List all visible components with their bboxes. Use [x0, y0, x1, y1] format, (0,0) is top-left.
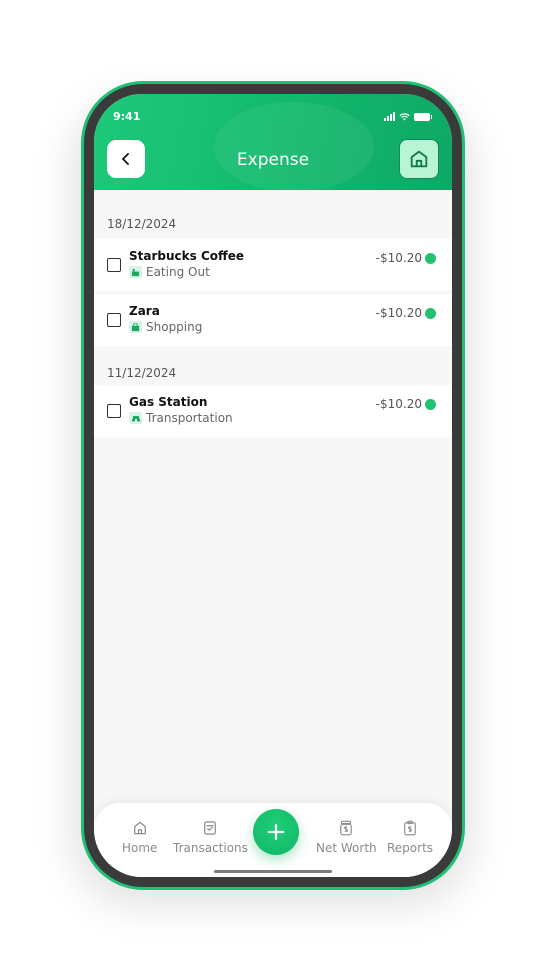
tab-transactions[interactable]: Transactions [173, 819, 248, 855]
home-indicator [214, 870, 332, 873]
header: 9:41 Expense [94, 94, 452, 192]
transaction-amount: -$10.20 [375, 397, 422, 411]
status-dot [425, 308, 436, 319]
transaction-category: Eating Out [129, 265, 210, 279]
row-checkbox[interactable] [107, 404, 121, 418]
transaction-amount: -$10.20 [375, 306, 422, 320]
row-checkbox[interactable] [107, 258, 121, 272]
tab-label: Net Worth [316, 841, 377, 855]
tab-net-worth[interactable]: Net Worth [316, 819, 377, 855]
date-header: 11/12/2024 [107, 366, 177, 380]
tab-label: Reports [387, 841, 434, 855]
net-worth-icon [340, 820, 353, 836]
status-icons [384, 112, 432, 121]
row-checkbox[interactable] [107, 313, 121, 327]
transaction-row[interactable]: Starbucks Coffee Eating Out -$10.20 [94, 239, 452, 291]
transaction-row[interactable]: Zara Shopping -$10.20 [94, 294, 452, 346]
home-button[interactable] [399, 139, 439, 179]
category-label: Eating Out [146, 265, 210, 279]
app-screen: 9:41 Expense 18/12/2024 Starbucks Coffee… [94, 94, 452, 877]
transaction-row[interactable]: Gas Station Transportation -$10.20 [94, 385, 452, 437]
phone-bezel: 9:41 Expense 18/12/2024 Starbucks Coffee… [84, 84, 462, 887]
home-icon [133, 821, 146, 835]
eating-out-icon [129, 266, 142, 278]
tab-label: Home [122, 841, 158, 855]
status-dot [425, 399, 436, 410]
battery-icon [414, 113, 432, 121]
add-transaction-button[interactable] [253, 809, 299, 855]
bottom-tab-bar: Home Transactions Net Worth Reports [94, 803, 452, 877]
tab-home[interactable]: Home [122, 819, 157, 855]
category-label: Shopping [146, 320, 203, 334]
status-dot [425, 253, 436, 264]
transaction-category: Transportation [129, 411, 233, 425]
category-label: Transportation [146, 411, 233, 425]
plus-icon [267, 823, 285, 841]
transaction-name: Starbucks Coffee [129, 249, 244, 263]
transaction-amount: -$10.20 [375, 251, 422, 265]
transactions-icon [204, 821, 217, 835]
signal-icon [384, 112, 395, 121]
transaction-name: Zara [129, 304, 160, 318]
reports-icon [404, 820, 416, 836]
wifi-icon [399, 113, 410, 121]
status-time: 9:41 [113, 110, 141, 123]
tab-label: Transactions [173, 841, 248, 855]
home-icon [410, 150, 428, 168]
tab-reports[interactable]: Reports [387, 819, 433, 855]
shopping-icon [129, 321, 142, 333]
date-header: 18/12/2024 [107, 217, 177, 231]
transaction-category: Shopping [129, 320, 202, 334]
transaction-name: Gas Station [129, 395, 208, 409]
transportation-icon [129, 412, 142, 424]
phone-frame: 9:41 Expense 18/12/2024 Starbucks Coffee… [81, 81, 465, 890]
